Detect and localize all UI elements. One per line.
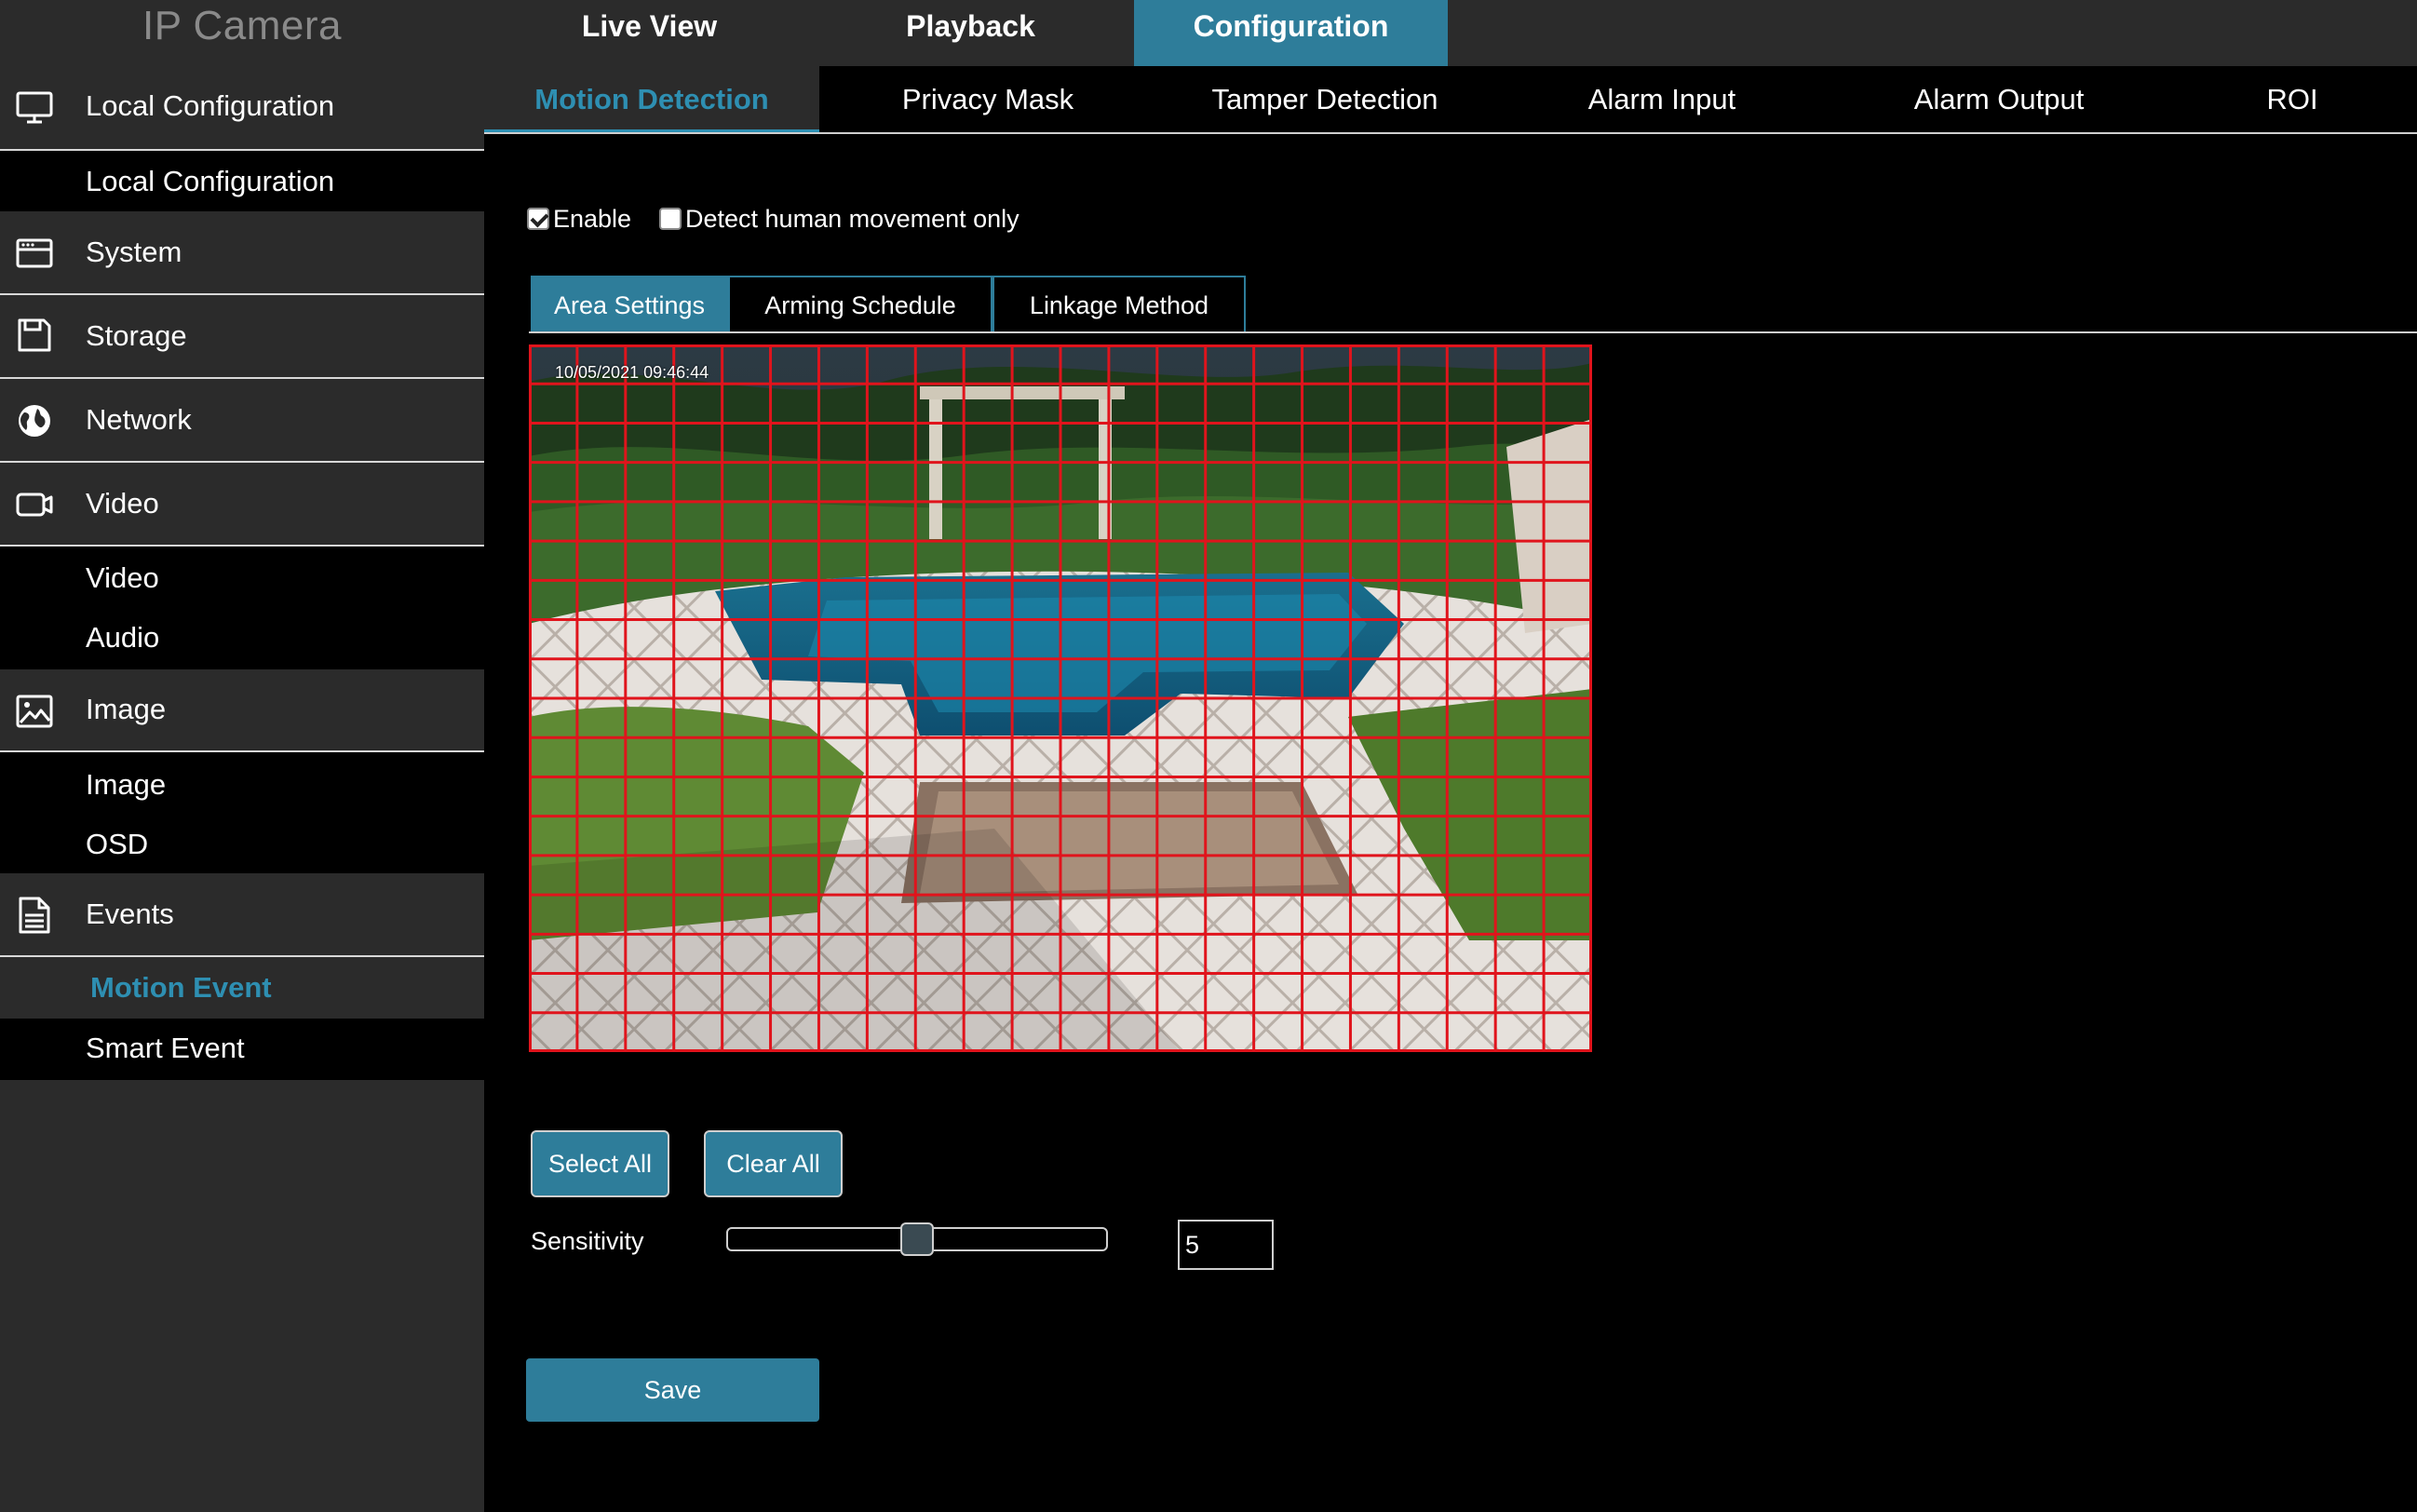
sidebar-item-label: Smart Event [86,1032,245,1064]
globe-icon [15,401,54,440]
sidebar-item-label: Audio [86,621,160,654]
top-bar: IP Camera Live View Playback Configurati… [0,0,2417,66]
tab-motion-detection[interactable]: Motion Detection [484,66,819,132]
sidebar-item-events[interactable]: Events [0,873,484,957]
video-icon [15,485,54,524]
system-icon [15,234,54,273]
sidebar: Local Configuration Local Configuration … [0,66,484,1512]
tab-linkage-method[interactable]: Linkage Method [992,276,1246,331]
brand-logo-text: IP Camera [142,3,342,48]
event-sub-nav: Motion Detection Privacy Mask Tamper Det… [484,66,2417,134]
sensitivity-slider-thumb[interactable] [900,1222,934,1256]
tab-alarm-output[interactable]: Alarm Output [1830,66,2167,132]
sidebar-subitem-image[interactable]: Image [0,752,484,814]
tab-live-view[interactable]: Live View [521,0,777,66]
detection-settings-tabs: Area Settings Arming Schedule Linkage Me… [529,276,2417,333]
sidebar-subitem-audio[interactable]: Audio [0,608,484,669]
human-only-label: Detect human movement only [685,204,1019,233]
sidebar-item-label: Image [86,768,167,801]
sensitivity-input[interactable]: 5 [1178,1220,1274,1270]
sidebar-item-label: Video [86,561,159,594]
sidebar-item-label: Video [86,487,159,520]
human-only-option[interactable]: Detect human movement only [659,200,1019,237]
tab-arming-schedule[interactable]: Arming Schedule [728,276,992,331]
sidebar-item-label: Image [86,693,167,725]
sensitivity-slider[interactable] [726,1222,1108,1256]
enable-checkbox[interactable] [527,208,549,230]
image-icon [15,692,54,731]
sidebar-item-label: Events [86,898,174,930]
sidebar-subitem-smart-event[interactable]: Smart Event [0,1019,484,1080]
human-only-checkbox[interactable] [659,208,682,230]
sidebar-item-label: OSD [86,828,149,860]
enable-option[interactable]: Enable [527,200,631,237]
sidebar-item-label: Motion Event [90,971,272,1004]
sidebar-subitem-osd[interactable]: OSD [0,814,484,873]
save-button[interactable]: Save [526,1358,819,1422]
select-all-button[interactable]: Select All [531,1130,669,1197]
motion-area-grid[interactable]: 10/05/2021 09:46:44 [529,344,1592,1052]
tab-tamper-detection[interactable]: Tamper Detection [1156,66,1493,132]
sensitivity-label: Sensitivity [531,1227,644,1255]
tab-roi[interactable]: ROI [2167,66,2417,132]
tab-area-settings[interactable]: Area Settings [531,276,728,331]
sidebar-item-label: Local Configuration [86,165,335,197]
clear-all-button[interactable]: Clear All [704,1130,843,1197]
monitor-icon [15,88,54,127]
enable-label: Enable [553,204,632,233]
sidebar-item-local-configuration[interactable]: Local Configuration [0,66,484,151]
sidebar-subitem-motion-event[interactable]: Motion Event [0,957,484,1019]
sidebar-item-image[interactable]: Image [0,669,484,752]
sidebar-item-label: Local Configuration [86,89,335,122]
tab-playback[interactable]: Playback [843,0,1099,66]
sidebar-item-video[interactable]: Video [0,463,484,547]
document-icon [15,896,54,935]
sidebar-item-system[interactable]: System [0,211,484,295]
tab-privacy-mask[interactable]: Privacy Mask [819,66,1156,132]
app-root: IP Camera Live View Playback Configurati… [0,0,2417,1512]
sidebar-item-network[interactable]: Network [0,379,484,463]
sidebar-item-label: Network [86,403,192,436]
video-timestamp: 10/05/2021 09:46:44 [555,363,709,382]
sidebar-item-label: System [86,236,182,268]
tab-configuration[interactable]: Configuration [1134,0,1448,66]
storage-icon [15,316,54,355]
camera-preview-image [529,344,1592,1052]
sidebar-subitem-video[interactable]: Video [0,547,484,608]
sidebar-item-label: Storage [86,319,187,352]
tab-alarm-input[interactable]: Alarm Input [1493,66,1830,132]
sidebar-item-storage[interactable]: Storage [0,295,484,379]
sidebar-subitem-local-configuration[interactable]: Local Configuration [0,151,484,211]
